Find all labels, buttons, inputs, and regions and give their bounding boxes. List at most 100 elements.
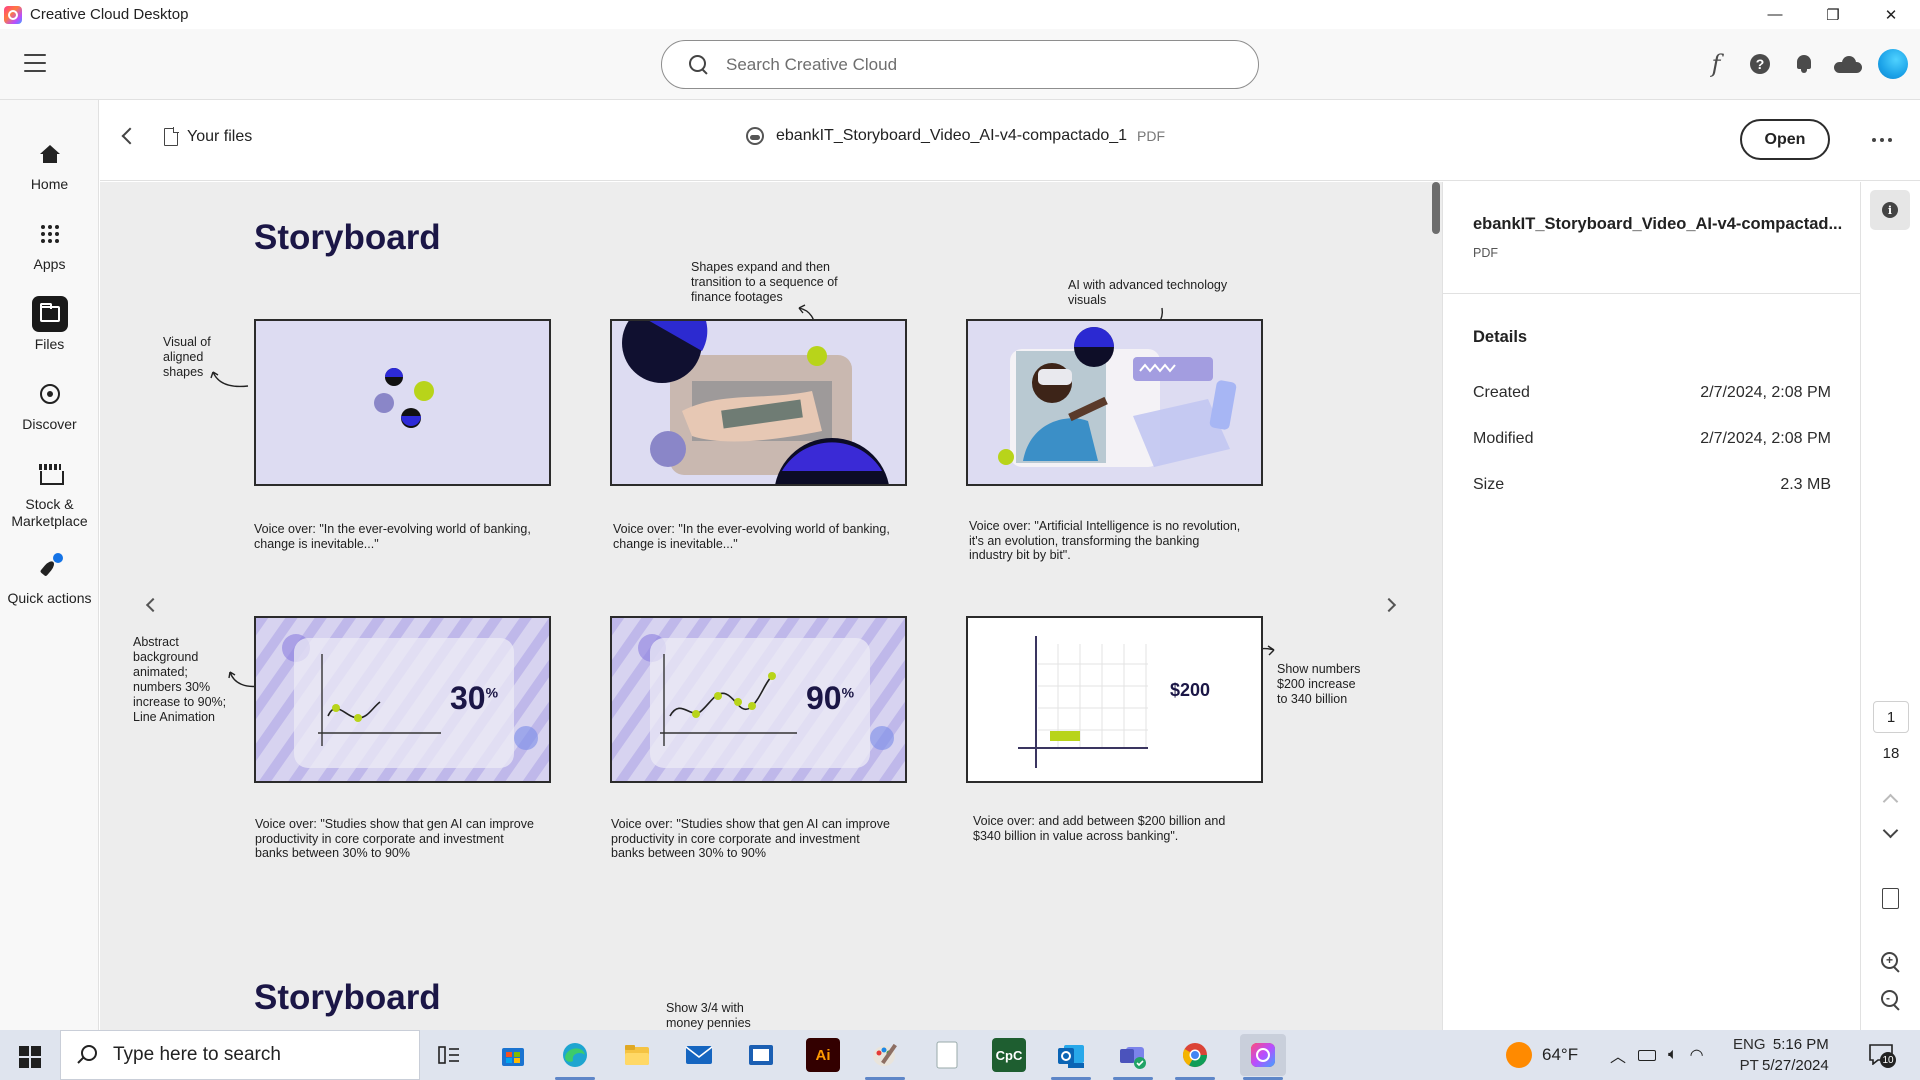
nav-item-stock[interactable]: Stock & Marketplace <box>0 456 99 530</box>
wifi-icon[interactable]: ◠ <box>1690 1045 1704 1065</box>
news-icon[interactable] <box>744 1038 778 1072</box>
weather-temp: 64°F <box>1542 1045 1579 1064</box>
annotation-note: Abstract background animated; numbers 30% i… <box>133 635 227 724</box>
bell-icon <box>1796 55 1812 73</box>
document-settings-icon[interactable] <box>1882 888 1899 909</box>
annotation-note: Show 3/4 with money pennies <box>666 1001 751 1030</box>
nav-item-quick-actions[interactable]: Quick actions <box>0 550 99 606</box>
search-bar[interactable] <box>661 40 1259 89</box>
explorer-icon[interactable] <box>620 1038 654 1072</box>
document-icon <box>164 127 179 146</box>
nav-item-label: Quick actions <box>7 590 92 606</box>
restore-button[interactable]: ❐ <box>1804 0 1862 29</box>
page-down-icon[interactable] <box>1882 822 1899 839</box>
nav-item-label: Apps <box>33 256 66 272</box>
nav-item-files[interactable]: Files <box>0 296 99 352</box>
file-title: ebankIT_Storyboard_Video_AI-v4-compactad… <box>776 127 1128 144</box>
nav-item-apps[interactable]: Apps <box>0 216 99 272</box>
aligned-shapes-illustration <box>374 368 434 428</box>
growth-30-illustration <box>256 618 549 781</box>
teams-icon[interactable] <box>1116 1038 1150 1072</box>
rocket-icon <box>32 550 68 586</box>
voiceover-text: Voice over: and add between $200 billion… <box>973 814 1226 843</box>
zoom-out-icon[interactable]: - <box>1881 990 1901 1010</box>
detail-label: Created <box>1473 384 1530 401</box>
storyboard-frame-2 <box>610 319 907 486</box>
previous-page-icon[interactable] <box>145 597 161 613</box>
more-options-icon[interactable] <box>1862 120 1902 160</box>
notification-count: 10 <box>1880 1052 1896 1068</box>
storyboard-frame-6: $200 <box>966 616 1263 783</box>
language-indicator[interactable]: ENG PT <box>1733 1034 1766 1076</box>
page-up-icon[interactable] <box>1882 793 1899 810</box>
compass-icon <box>32 376 68 412</box>
info-file-name: ebankIT_Storyboard_Video_AI-v4-compactad… <box>1473 215 1843 233</box>
growth-90-illustration <box>612 618 905 781</box>
next-page-icon[interactable] <box>1381 597 1397 613</box>
taskbar-search[interactable]: Type here to search <box>60 1030 420 1080</box>
mail-icon[interactable] <box>682 1038 716 1072</box>
creative-cloud-icon[interactable] <box>1240 1034 1286 1076</box>
current-page-input[interactable]: 1 <box>1873 701 1909 733</box>
edge-icon[interactable] <box>558 1038 592 1072</box>
breadcrumb[interactable]: Your files <box>187 128 252 146</box>
notifications-button[interactable] <box>1782 42 1826 86</box>
chrome-icon[interactable] <box>1178 1038 1212 1072</box>
apps-grid-icon <box>32 216 68 252</box>
nav-item-home[interactable]: Home <box>0 136 99 192</box>
zoom-in-icon[interactable]: + <box>1881 952 1901 972</box>
close-button[interactable]: ✕ <box>1862 0 1920 29</box>
detail-row-modified: Modified 2/7/2024, 2:08 PM <box>1473 430 1831 448</box>
windows-start-icon[interactable] <box>19 1046 41 1068</box>
clock[interactable]: 5:16 PM 5/27/2024 <box>1762 1034 1829 1076</box>
stat-value: $200 <box>1170 680 1211 700</box>
nav-item-discover[interactable]: Discover <box>0 376 99 432</box>
pdf-viewer[interactable]: Storyboard Visual of aligned shapes Shapes… <box>100 182 1430 1030</box>
voiceover-text: Voice over: "Artificial Intelligence is … <box>969 519 1241 562</box>
storyboard-frame-4: 30% <box>254 616 551 783</box>
file-info-panel: ebankIT_Storyboard_Video_AI-v4-compactad… <box>1442 182 1861 1030</box>
file-type-badge: PDF <box>1137 128 1166 144</box>
paint-icon[interactable] <box>868 1038 902 1072</box>
illustrator-icon[interactable]: Ai <box>806 1038 840 1072</box>
menu-icon[interactable] <box>24 54 46 72</box>
voiceover-text: Voice over: "In the ever-evolving world … <box>613 522 890 551</box>
cloud-document-icon <box>746 127 764 145</box>
title-bar: Creative Cloud Desktop — ❐ ✕ <box>0 0 1920 29</box>
folder-icon <box>31 296 68 332</box>
volume-icon[interactable]: 🔈︎ <box>1668 1046 1678 1064</box>
storyboard-frame-1 <box>254 319 551 486</box>
back-arrow-icon[interactable] <box>121 127 139 145</box>
weather-widget[interactable]: 64°F <box>1506 1030 1578 1080</box>
tray-chevron-icon[interactable]: ︿ <box>1610 1043 1626 1067</box>
left-nav: Home Apps Files Discover Stock & Marketp… <box>0 100 99 1030</box>
store-icon[interactable] <box>496 1038 530 1072</box>
avatar[interactable] <box>1878 49 1908 79</box>
cpc-icon[interactable]: CpC <box>992 1038 1026 1072</box>
value-chart-illustration <box>1018 636 1148 768</box>
annotation-note: Visual of aligned shapes <box>163 335 211 379</box>
battery-icon[interactable] <box>1638 1049 1657 1061</box>
info-file-type: PDF <box>1473 246 1498 260</box>
info-icon: i <box>1882 202 1898 218</box>
search-input[interactable] <box>726 54 1206 75</box>
annotation-note: Show numbers $200 increase to 340 billion <box>1277 662 1361 706</box>
right-rail: i 1 18 + - <box>1860 182 1920 1030</box>
fonts-icon[interactable]: f <box>1694 42 1738 86</box>
storyboard-heading: Storyboard <box>254 218 441 257</box>
task-view-icon[interactable] <box>432 1038 466 1072</box>
detail-value: 2.3 MB <box>1780 476 1831 493</box>
help-button[interactable]: ? <box>1738 42 1782 86</box>
voiceover-text: Voice over: "Studies show that gen AI ca… <box>255 817 534 860</box>
outlook-icon[interactable] <box>1054 1038 1088 1072</box>
notepad-icon[interactable] <box>930 1038 964 1072</box>
minimize-button[interactable]: — <box>1746 0 1804 29</box>
notifications-button[interactable]: 10 <box>1868 1043 1898 1068</box>
viewer-scrollbar[interactable] <box>1430 182 1442 1030</box>
header-actions: f ? <box>1694 29 1920 99</box>
open-button[interactable]: Open <box>1740 119 1830 160</box>
scrollbar-thumb[interactable] <box>1432 182 1440 234</box>
info-button[interactable]: i <box>1870 190 1910 230</box>
cloud-sync-button[interactable] <box>1826 42 1870 86</box>
nav-item-label: Files <box>34 336 65 352</box>
